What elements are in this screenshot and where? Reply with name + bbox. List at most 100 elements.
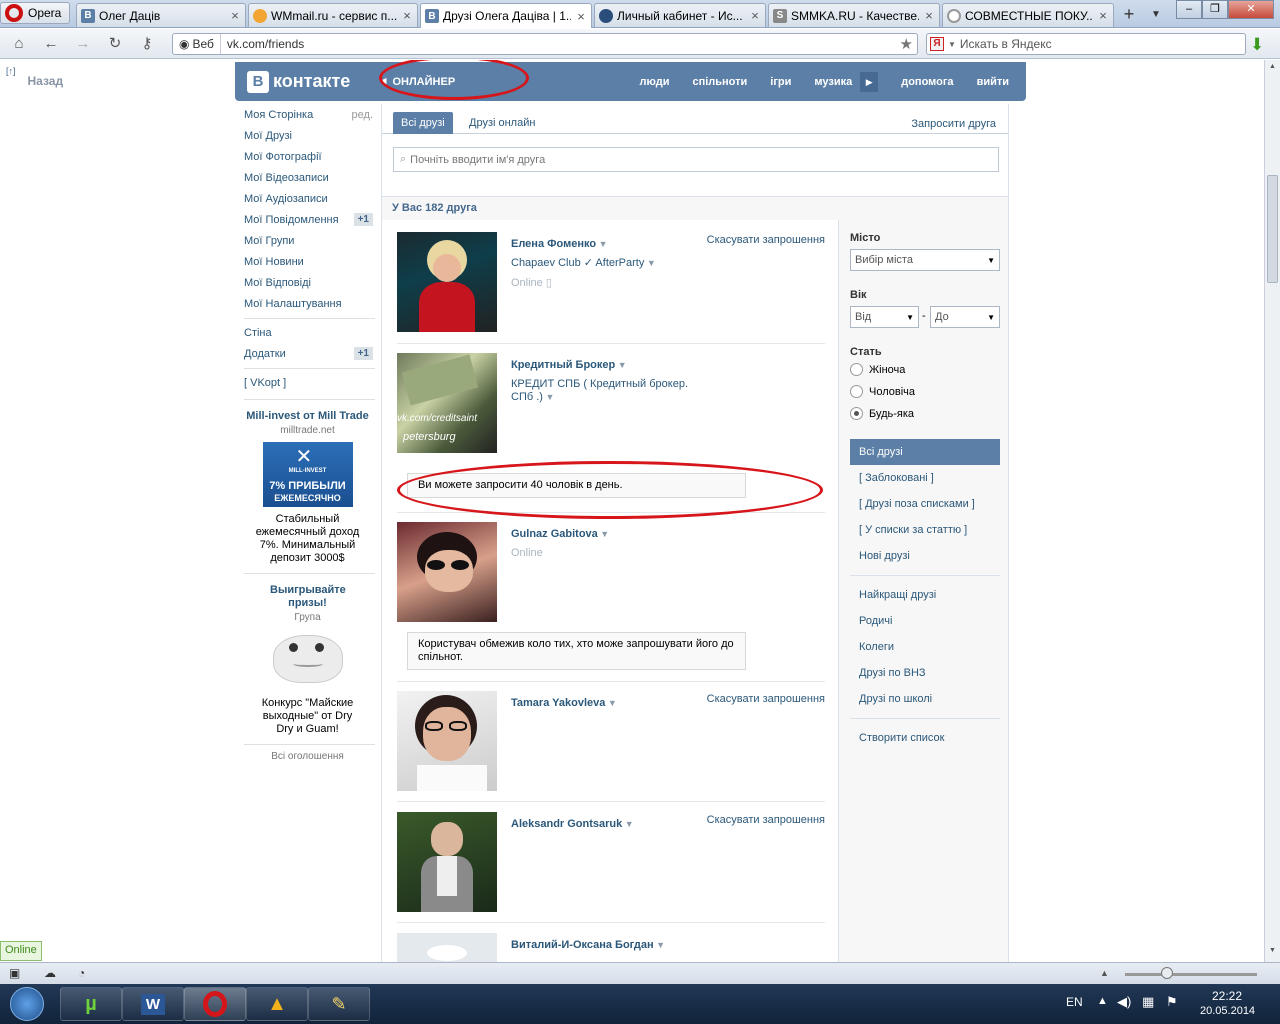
- age-from-select[interactable]: Від ▼: [850, 306, 919, 328]
- web-badge[interactable]: ◉ Веб: [173, 34, 221, 54]
- chevron-down-icon[interactable]: ▼: [615, 360, 627, 370]
- create-list-link[interactable]: Створити список: [850, 725, 1000, 751]
- forward-arrow-icon[interactable]: →: [72, 35, 94, 53]
- bookmark-star-icon[interactable]: ★: [900, 35, 917, 53]
- chevron-down-icon[interactable]: ▼: [543, 392, 554, 402]
- nav-vkopt[interactable]: [ VKopt ]: [235, 372, 375, 393]
- window-close-icon[interactable]: ✕: [1228, 0, 1274, 19]
- all-ads-link[interactable]: Всі оголошення: [235, 751, 375, 762]
- close-icon[interactable]: ×: [575, 9, 587, 24]
- city-select[interactable]: Вибір міста ▼: [850, 249, 1000, 271]
- browser-tab[interactable]: S SMMKA.RU - Качестве... ×: [768, 3, 940, 27]
- reload-icon[interactable]: ↻: [104, 35, 126, 53]
- menu-help[interactable]: допомога: [901, 76, 953, 88]
- cloud-icon[interactable]: ☁: [44, 966, 56, 980]
- nav-my-messages[interactable]: Мої Повідомлення +1: [235, 209, 375, 230]
- close-icon[interactable]: ×: [923, 8, 935, 23]
- chevron-down-icon[interactable]: ▼: [596, 239, 608, 249]
- browser-tab-active[interactable]: B Друзі Олега Даціва | 1... ×: [420, 3, 592, 28]
- url-text[interactable]: vk.com/friends: [221, 37, 900, 51]
- friend-name[interactable]: Кредитный Брокер ▼: [511, 359, 627, 371]
- nav-my-settings[interactable]: Мої Налаштування: [235, 293, 375, 314]
- friend-photo[interactable]: [397, 522, 497, 622]
- close-icon[interactable]: ×: [229, 8, 241, 23]
- network-icon[interactable]: ▦: [1142, 994, 1154, 1010]
- friend-photo[interactable]: [397, 691, 497, 791]
- invite-friend-link[interactable]: Запросити друга: [911, 118, 996, 130]
- chevron-down-icon[interactable]: ▼: [644, 258, 656, 268]
- utorrent-taskbar-button[interactable]: µ: [60, 987, 122, 1021]
- list-outside-lists[interactable]: [ Друзі поза списками ]: [850, 491, 1000, 517]
- clock-date[interactable]: 20.05.2014: [1200, 1005, 1255, 1017]
- clock-time[interactable]: 22:22: [1212, 989, 1242, 1003]
- maximize-icon[interactable]: ❐: [1202, 0, 1228, 19]
- menu-logout[interactable]: вийти: [977, 76, 1009, 88]
- home-icon[interactable]: ⌂: [8, 35, 30, 53]
- age-to-select[interactable]: До ▼: [930, 306, 1000, 328]
- ad-block[interactable]: Выигрывайте призы! Група Конкурс "Майски…: [235, 584, 375, 736]
- nav-my-audio[interactable]: Мої Аудіозаписи: [235, 188, 375, 209]
- list-all-friends[interactable]: Всі друзі: [850, 439, 1000, 465]
- back-arrow-icon[interactable]: ←: [40, 35, 62, 53]
- friend-name[interactable]: Виталий-И-Оксана Богдан ▼: [511, 939, 665, 951]
- chevron-down-icon[interactable]: ▼: [622, 819, 634, 829]
- gender-female-radio[interactable]: Жіноча: [850, 363, 905, 376]
- new-tab-icon[interactable]: +: [1117, 4, 1141, 26]
- menu-people[interactable]: люди: [639, 76, 669, 88]
- cancel-invitation-link[interactable]: Скасувати запрошення: [707, 234, 825, 246]
- chevron-down-icon[interactable]: ▼: [654, 940, 665, 950]
- ad-mascot-image[interactable]: [263, 629, 353, 691]
- word-taskbar-button[interactable]: W: [122, 987, 184, 1021]
- paint-taskbar-button[interactable]: ✎: [308, 987, 370, 1021]
- close-icon[interactable]: ×: [1097, 8, 1109, 23]
- friend-photo[interactable]: [397, 812, 497, 912]
- friend-subtitle[interactable]: КРЕДИТ СПБ ( Кредитный брокер. СПб .) ▼: [511, 378, 701, 404]
- list-school[interactable]: Друзі по школі: [850, 686, 1000, 712]
- scroll-down-icon[interactable]: ▼: [1266, 944, 1279, 958]
- menu-music[interactable]: музика: [814, 76, 852, 88]
- nav-my-videos[interactable]: Мої Відеозаписи: [235, 167, 375, 188]
- panel-toggle-icon[interactable]: ▣: [9, 966, 20, 980]
- friend-photo[interactable]: [397, 232, 497, 332]
- opera-taskbar-button[interactable]: [184, 987, 246, 1021]
- zoom-slider-handle[interactable]: [1161, 967, 1173, 979]
- list-colleagues[interactable]: Колеги: [850, 634, 1000, 660]
- nav-my-answers[interactable]: Мої Відповіді: [235, 272, 375, 293]
- tab-friends-online[interactable]: Друзі онлайн: [461, 112, 543, 134]
- volume-icon[interactable]: ◀): [1117, 994, 1131, 1010]
- friend-name[interactable]: Tamara Yakovleva ▼: [511, 697, 617, 709]
- chevron-down-icon[interactable]: ▼: [605, 698, 617, 708]
- ad-banner-image[interactable]: ✕ MILL-INVEST 7% ПРИБЫЛИ ЕЖЕМЕСЯЧНО: [262, 442, 353, 507]
- nav-my-page[interactable]: Моя Сторінка ред.: [235, 104, 375, 125]
- opera-menu-button[interactable]: Opera: [0, 2, 70, 24]
- url-field[interactable]: ◉ Веб vk.com/friends ★: [172, 33, 918, 55]
- ad-title[interactable]: Выигрывайте призы!: [240, 584, 375, 610]
- gender-male-radio[interactable]: Чоловіча: [850, 385, 915, 398]
- browser-tab[interactable]: WMmail.ru - сервис п... ×: [248, 3, 418, 27]
- ad-block[interactable]: Mill-invest от Mill Trade milltrade.net …: [235, 410, 375, 565]
- minimize-icon[interactable]: –: [1176, 0, 1202, 19]
- yandex-search-field[interactable]: Я ▼ Искать в Яндекс: [926, 33, 1246, 55]
- vertical-scrollbar[interactable]: ▲ ▼: [1264, 60, 1280, 962]
- flag-icon[interactable]: ⚑: [1166, 994, 1178, 1010]
- gender-any-radio[interactable]: Будь-яка: [850, 407, 914, 420]
- browser-tab[interactable]: СОВМЕСТНЫЕ ПОКУ... ×: [942, 3, 1114, 27]
- nav-wall[interactable]: Стіна: [235, 322, 375, 343]
- back-link[interactable]: [↑] Назад: [6, 66, 63, 88]
- close-icon[interactable]: ×: [401, 8, 413, 23]
- menu-games[interactable]: ігри: [770, 76, 791, 88]
- cancel-invitation-link[interactable]: Скасувати запрошення: [707, 814, 825, 826]
- speed-dial-icon[interactable]: ◔: [78, 966, 85, 980]
- browser-tab[interactable]: B Олег Дацiв ×: [76, 3, 246, 27]
- daemon-tools-taskbar-button[interactable]: ▲: [246, 987, 308, 1021]
- scrollbar-thumb[interactable]: [1267, 175, 1278, 283]
- list-relatives[interactable]: Родичі: [850, 608, 1000, 634]
- nav-my-groups[interactable]: Мої Групи: [235, 230, 375, 251]
- menu-communities[interactable]: спільноти: [692, 76, 747, 88]
- friend-photo[interactable]: vk.com/creditsaint petersburg: [397, 353, 497, 453]
- nav-my-news[interactable]: Мої Новини: [235, 251, 375, 272]
- menu-more-arrow-icon[interactable]: ▶: [860, 71, 879, 92]
- zoom-slider[interactable]: [1125, 973, 1257, 976]
- list-best-friends[interactable]: Найкращі друзі: [850, 582, 1000, 608]
- scroll-up-icon[interactable]: ▲: [1266, 60, 1279, 74]
